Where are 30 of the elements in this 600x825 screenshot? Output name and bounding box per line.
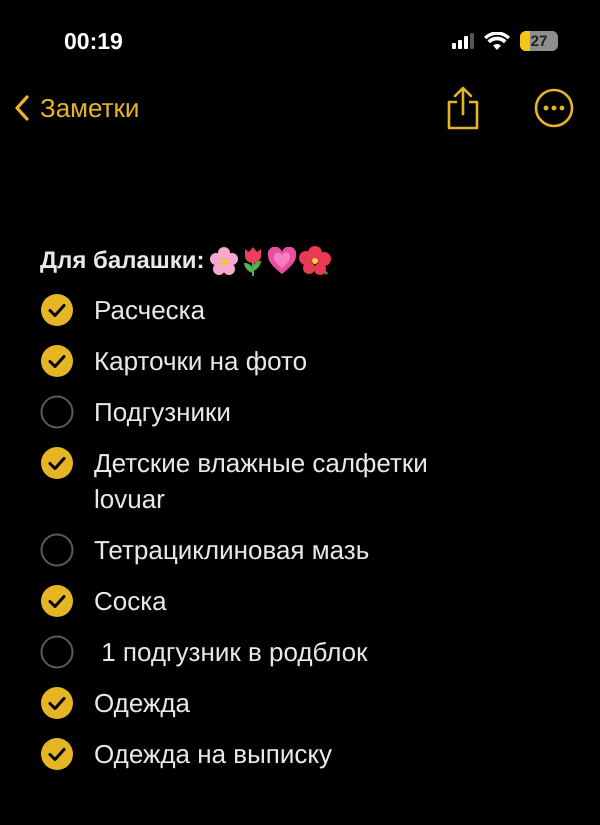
checklist-item-text: Детские влажные салфетки lovuar [94,447,429,516]
checklist-item-text: Одежда на выписку [94,738,334,771]
checkbox[interactable] [40,635,74,669]
share-icon[interactable] [446,86,480,130]
checklist-item-text: Карточки на фото [94,345,308,378]
more-icon[interactable] [534,88,574,128]
checkbox[interactable] [40,737,74,771]
signal-icon [452,33,474,49]
checkbox[interactable] [40,395,74,429]
checkbox[interactable] [40,686,74,720]
blossom-icon [208,246,239,276]
checklist-item-text: Подгузники [94,396,232,429]
checkbox[interactable] [40,446,74,480]
checkbox[interactable] [40,344,74,378]
battery-icon: 27 [520,31,558,51]
hibiscus-icon [298,246,331,276]
checkbox[interactable] [40,293,74,327]
back-chevron-icon[interactable] [14,94,30,122]
checkbox[interactable] [40,584,74,618]
checklist-item-text: Одежда [94,687,192,720]
checklist-item-text: 1 подгузник в родблок [100,636,369,669]
wifi-icon [484,32,510,50]
checklist-item-text: Соска [94,585,168,618]
clock-time: 00:19 [64,28,123,54]
checklist-item-text: Тетрациклиновая мазь [94,534,370,567]
checkbox[interactable] [40,533,74,567]
checklist-item-text: Расческа [94,294,206,327]
back-link[interactable]: Заметки [14,92,140,124]
heart-icon [266,247,297,275]
note-title: Для балашки: [40,247,205,275]
